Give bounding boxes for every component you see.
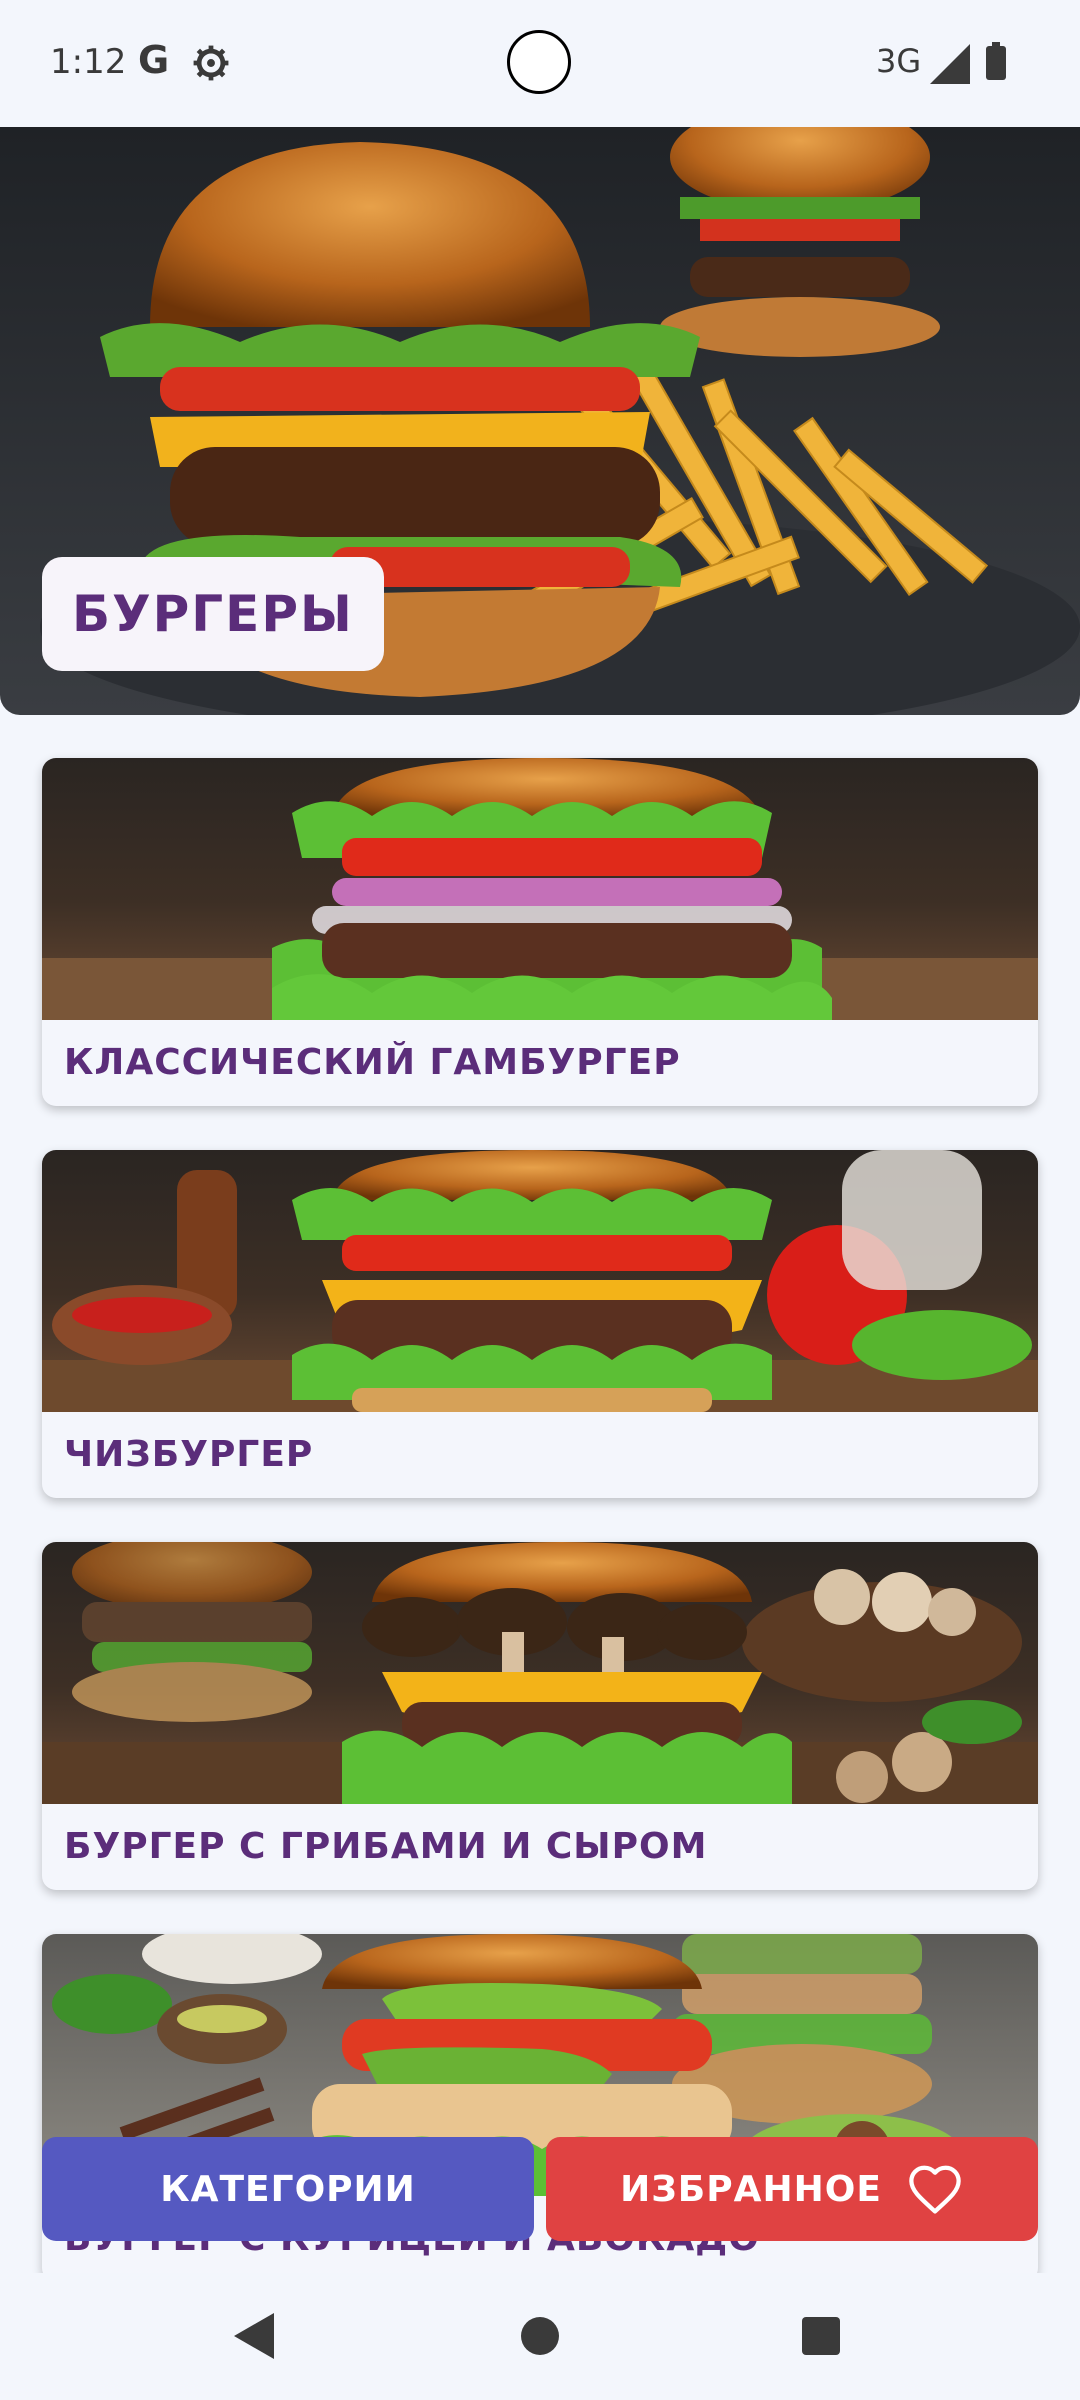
- classic-hamburger-photo: [42, 758, 1038, 1020]
- battery-icon: [986, 42, 1006, 80]
- google-icon: G: [138, 38, 170, 82]
- cell-signal-icon: [930, 44, 970, 84]
- status-bar: 1:12 G 3G: [0, 0, 1080, 127]
- recipe-card-classic-hamburger[interactable]: КЛАССИЧЕСКИЙ ГАМБУРГЕР: [42, 758, 1038, 1106]
- settings-gear-icon: [193, 45, 229, 81]
- favorites-button-label: ИЗБРАННОЕ: [620, 2168, 882, 2210]
- category-title: БУРГЕРЫ: [72, 585, 354, 643]
- recipe-title: КЛАССИЧЕСКИЙ ГАМБУРГЕР: [64, 1042, 681, 1083]
- back-icon[interactable]: [234, 2313, 274, 2359]
- categories-button-label: КАТЕГОРИИ: [160, 2168, 416, 2210]
- recipe-title: БУРГЕР С ГРИБАМИ И СЫРОМ: [64, 1826, 708, 1867]
- mushroom-cheese-burger-photo: [42, 1542, 1038, 1804]
- recents-icon[interactable]: [802, 2317, 840, 2355]
- recipe-title: ЧИЗБУРГЕР: [64, 1434, 314, 1475]
- network-type: 3G: [876, 42, 922, 80]
- camera-cutout: [507, 30, 571, 94]
- recipe-card-mushroom-burger[interactable]: БУРГЕР С ГРИБАМИ И СЫРОМ: [42, 1542, 1038, 1890]
- category-title-box: БУРГЕРЫ: [42, 557, 384, 671]
- cheeseburger-photo: [42, 1150, 1038, 1412]
- category-header: БУРГЕРЫ: [0, 127, 1080, 715]
- categories-button[interactable]: КАТЕГОРИИ: [42, 2137, 534, 2241]
- home-icon[interactable]: [521, 2317, 559, 2355]
- recipe-card-cheeseburger[interactable]: ЧИЗБУРГЕР: [42, 1150, 1038, 1498]
- system-nav-bar: [0, 2273, 1080, 2400]
- status-time: 1:12: [50, 42, 127, 82]
- favorites-button[interactable]: ИЗБРАННОЕ: [546, 2137, 1038, 2241]
- heart-outline-icon: [909, 2165, 961, 2214]
